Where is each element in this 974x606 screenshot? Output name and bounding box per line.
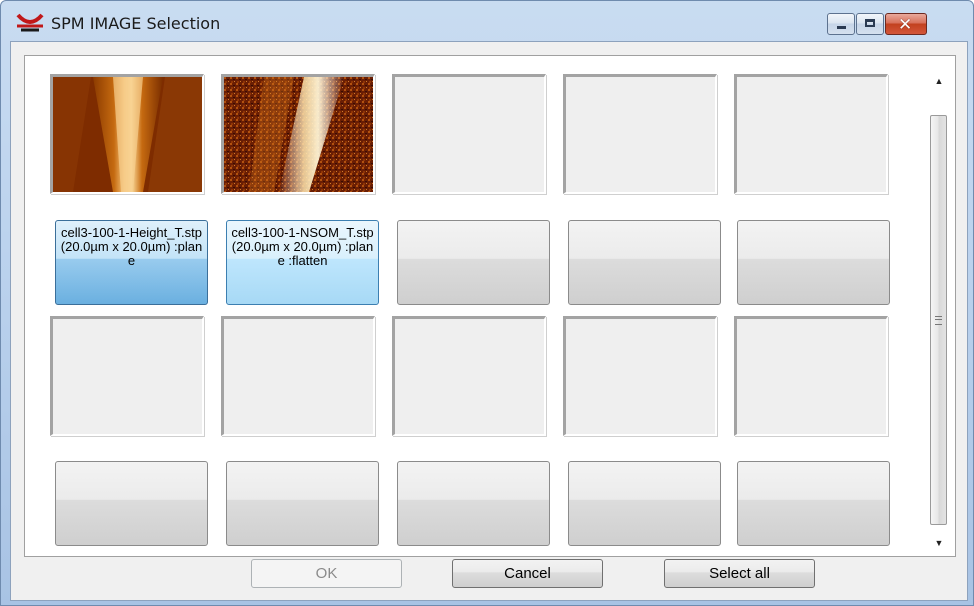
- spm-logo-icon: [16, 13, 44, 32]
- scroll-up-arrow-icon[interactable]: ▲: [929, 73, 949, 89]
- image-grid-panel: cell3-100-1-Height_T.stp (20.0µm x 20.0µ…: [24, 55, 956, 557]
- height-map-image: [53, 77, 202, 192]
- image-label-button-8[interactable]: [397, 461, 550, 546]
- minimize-icon: [837, 26, 846, 29]
- image-label-button-7[interactable]: [226, 461, 379, 546]
- thumbnail-8[interactable]: [392, 316, 546, 436]
- thumbnail-1[interactable]: [50, 74, 204, 194]
- thumbnail-7[interactable]: [221, 316, 375, 436]
- image-label-button-6[interactable]: [55, 461, 208, 546]
- close-icon: ✕: [898, 15, 913, 35]
- thumbnail-4[interactable]: [563, 74, 717, 194]
- cancel-button[interactable]: Cancel: [452, 559, 603, 588]
- scrollbar-thumb[interactable]: [930, 115, 947, 525]
- thumbnail-3[interactable]: [392, 74, 546, 194]
- thumbnail-6[interactable]: [50, 316, 204, 436]
- select-all-button[interactable]: Select all: [664, 559, 815, 588]
- dialog-client-area: cell3-100-1-Height_T.stp (20.0µm x 20.0µ…: [10, 41, 968, 601]
- image-label-button-4[interactable]: [568, 220, 721, 305]
- image-label-button-1[interactable]: cell3-100-1-Height_T.stp (20.0µm x 20.0µ…: [55, 220, 208, 305]
- thumbnail-10[interactable]: [734, 316, 888, 436]
- image-label-button-2[interactable]: cell3-100-1-NSOM_T.stp (20.0µm x 20.0µm)…: [226, 220, 379, 305]
- scroll-down-arrow-icon[interactable]: ▼: [929, 535, 949, 551]
- image-label-button-9[interactable]: [568, 461, 721, 546]
- nsom-map-image: [224, 77, 373, 192]
- image-label-button-5[interactable]: [737, 220, 890, 305]
- image-label-button-3[interactable]: [397, 220, 550, 305]
- thumbnail-9[interactable]: [563, 316, 717, 436]
- minimize-button[interactable]: [827, 13, 855, 35]
- maximize-icon: [865, 19, 875, 27]
- thumbnail-2[interactable]: [221, 74, 375, 194]
- vertical-scrollbar[interactable]: ▲ ▼: [929, 73, 949, 553]
- dialog-window: SPM IMAGE Selection ✕ cell3-100-1-Height…: [0, 0, 974, 606]
- title-bar[interactable]: SPM IMAGE Selection ✕: [1, 1, 973, 41]
- image-label-button-10[interactable]: [737, 461, 890, 546]
- maximize-button[interactable]: [856, 13, 884, 35]
- close-button[interactable]: ✕: [885, 13, 927, 35]
- ok-button[interactable]: OK: [251, 559, 402, 588]
- scroll-grip-icon: [935, 316, 942, 325]
- thumbnail-5[interactable]: [734, 74, 888, 194]
- window-title: SPM IMAGE Selection: [51, 14, 221, 33]
